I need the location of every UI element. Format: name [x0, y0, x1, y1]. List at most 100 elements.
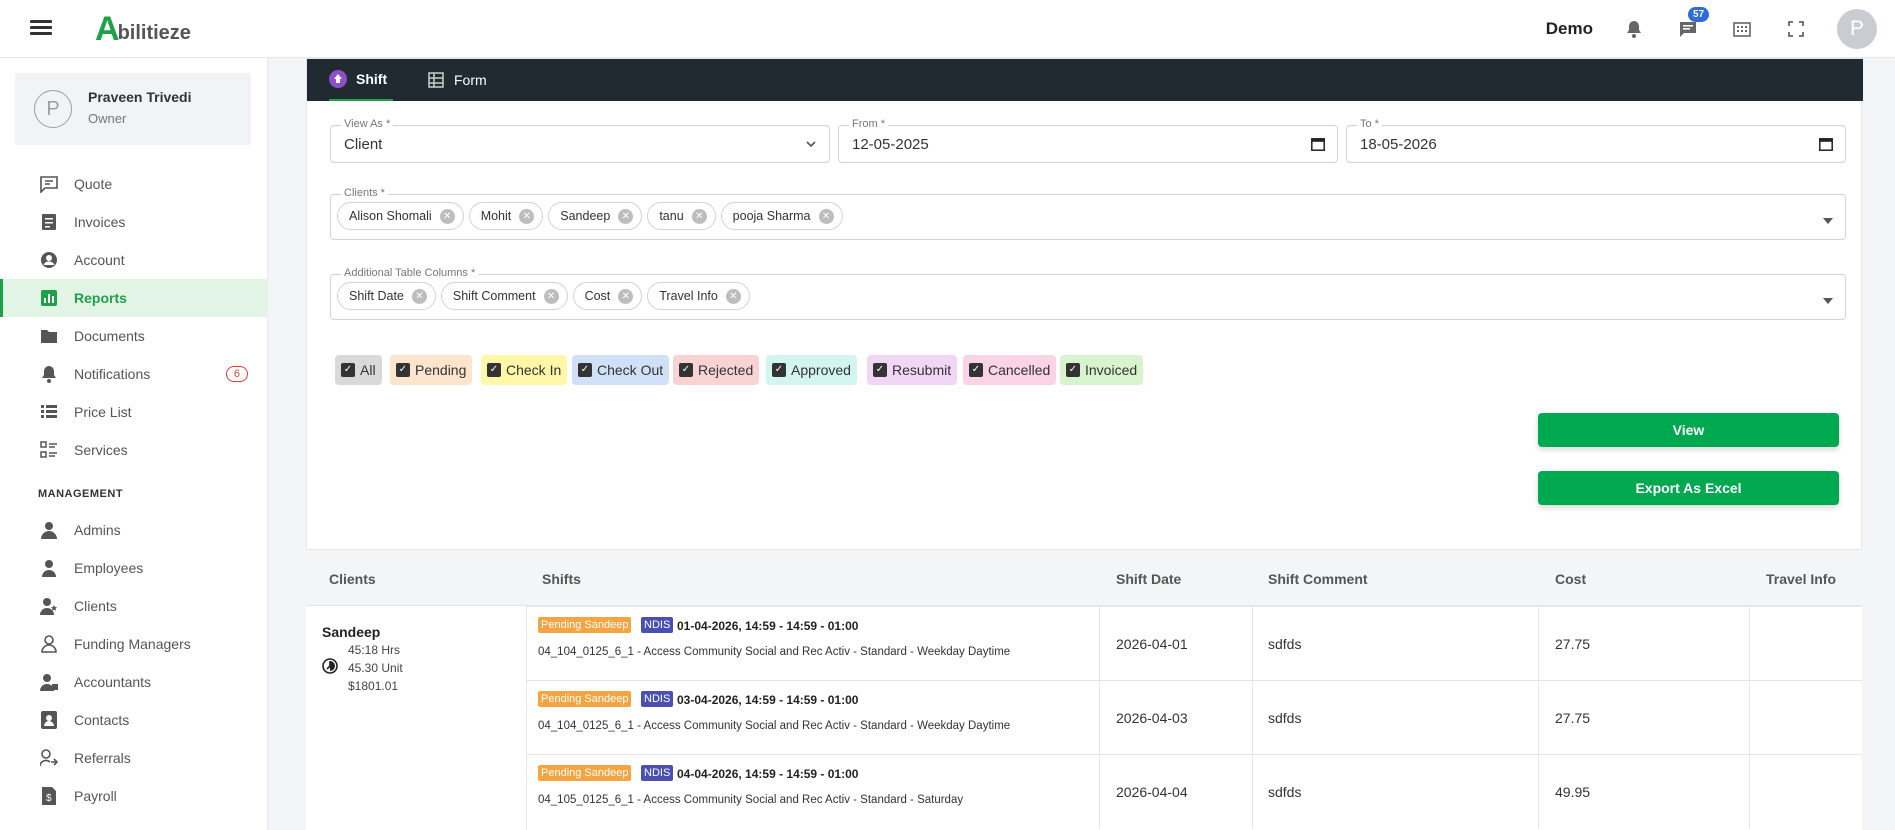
- list-icon: [40, 403, 58, 421]
- sidebar-item-services[interactable]: Services: [0, 431, 268, 469]
- sidebar-item-label: Payroll: [74, 788, 117, 804]
- app-logo[interactable]: Abilitieze: [95, 10, 191, 46]
- chip-remove-icon[interactable]: ✕: [411, 288, 427, 304]
- status-label: Cancelled: [988, 362, 1051, 378]
- chip-remove-icon[interactable]: ✕: [519, 208, 535, 224]
- shift-datetime: 04-04-2026, 14:59 - 14:59 - 01:00: [677, 767, 859, 781]
- client-chip[interactable]: Sandeep ✕: [548, 202, 643, 230]
- view-as-select[interactable]: View As * Client: [330, 118, 830, 163]
- client-chip[interactable]: Mohit ✕: [468, 202, 544, 230]
- column-divider: [1252, 755, 1253, 829]
- status-filter-cancelled[interactable]: ✓ Cancelled: [963, 355, 1057, 385]
- column-divider: [1252, 681, 1253, 755]
- column-chip[interactable]: Shift Comment ✕: [440, 282, 568, 310]
- table-row[interactable]: Pending Sandeep NDIS 01-04-2026, 14:59 - 1…: [526, 606, 1862, 681]
- status-filter-pending[interactable]: ✓ Pending: [390, 355, 473, 385]
- table-row[interactable]: Pending Sandeep NDIS 04-04-2026, 14:59 - 1…: [526, 754, 1862, 829]
- chip-remove-icon[interactable]: ✕: [725, 288, 741, 304]
- checkbox-checked-icon[interactable]: ✓: [679, 363, 693, 377]
- column-header[interactable]: Cost: [1555, 571, 1586, 587]
- sidebar-item-employees[interactable]: Employees: [0, 549, 268, 587]
- quote-icon: [40, 175, 58, 193]
- sidebar-item-reports[interactable]: Reports: [0, 279, 268, 317]
- status-filter-check-in[interactable]: ✓ Check In: [481, 355, 568, 385]
- sidebar-item-referrals[interactable]: Referrals: [0, 739, 268, 777]
- client-chip[interactable]: pooja Sharma ✕: [720, 202, 843, 230]
- column-divider: [1538, 755, 1539, 829]
- client-chip[interactable]: Alison Shomali ✕: [337, 202, 464, 230]
- calendar-icon[interactable]: [1311, 137, 1325, 156]
- chip-remove-icon[interactable]: ✕: [439, 208, 455, 224]
- sidebar-item-contacts[interactable]: Contacts: [0, 701, 268, 739]
- dropdown-arrow-icon[interactable]: [1823, 211, 1833, 229]
- checkbox-checked-icon[interactable]: ✓: [1066, 363, 1080, 377]
- sidebar-item-funding-managers[interactable]: Funding Managers: [0, 625, 268, 663]
- sidebar-item-quote[interactable]: Quote: [0, 165, 268, 203]
- client-chip[interactable]: tanu ✕: [647, 202, 716, 230]
- checkbox-checked-icon[interactable]: ✓: [487, 363, 501, 377]
- column-chip[interactable]: Travel Info ✕: [647, 282, 750, 310]
- notification-count-badge: 6: [225, 366, 248, 382]
- svg-text:$: $: [46, 793, 52, 804]
- clients-multiselect[interactable]: Clients * Alison Shomali ✕ Mohit ✕ Sandeep…: [330, 187, 1846, 240]
- sidebar-item-payroll[interactable]: $ Payroll: [0, 777, 268, 815]
- table-row[interactable]: Pending Sandeep NDIS 03-04-2026, 14:59 - 1…: [526, 680, 1862, 755]
- sidebar-item-invoices[interactable]: Invoices: [0, 203, 268, 241]
- view-button[interactable]: View: [1538, 413, 1839, 447]
- status-filter-resubmit[interactable]: ✓ Resubmit: [867, 355, 958, 385]
- table-columns-multiselect[interactable]: Additional Table Columns * Shift Date ✕ S…: [330, 267, 1846, 320]
- sidebar-item-label: Referrals: [74, 750, 131, 766]
- sidebar-item-documents[interactable]: Documents: [0, 317, 268, 355]
- tab-shift[interactable]: Shift: [329, 59, 394, 101]
- user-card[interactable]: P Praveen Trivedi Owner: [15, 73, 251, 145]
- status-filter-check-out[interactable]: ✓ Check Out: [572, 355, 670, 385]
- checkbox-checked-icon[interactable]: ✓: [396, 363, 410, 377]
- sidebar-item-price-list[interactable]: Price List: [0, 393, 268, 431]
- checkbox-checked-icon[interactable]: ✓: [772, 363, 786, 377]
- bell-icon[interactable]: [1621, 16, 1647, 42]
- checkbox-checked-icon[interactable]: ✓: [969, 363, 983, 377]
- client-units: 45.30 Unit: [348, 661, 403, 675]
- tab-form[interactable]: Form: [427, 59, 487, 101]
- column-header[interactable]: Shift Date: [1116, 571, 1181, 587]
- sidebar-item-label: Reports: [74, 290, 127, 306]
- status-filter-rejected[interactable]: ✓ Rejected: [673, 355, 760, 385]
- company-name[interactable]: Demo: [1546, 19, 1593, 39]
- sidebar-item-accountants[interactable]: Accountants: [0, 663, 268, 701]
- column-header[interactable]: Clients: [329, 571, 376, 587]
- checkbox-checked-icon[interactable]: ✓: [341, 363, 355, 377]
- chip-remove-icon[interactable]: ✕: [618, 208, 634, 224]
- avatar[interactable]: P: [1837, 9, 1877, 49]
- column-header[interactable]: Shifts: [542, 571, 581, 587]
- shift-date-cell: 2026-04-01: [1116, 636, 1188, 652]
- column-header[interactable]: Shift Comment: [1268, 571, 1368, 587]
- column-header[interactable]: Travel Info: [1766, 571, 1836, 587]
- sidebar-item-admins[interactable]: Admins: [0, 511, 268, 549]
- column-chip[interactable]: Cost ✕: [572, 282, 643, 310]
- dropdown-arrow-icon[interactable]: [1823, 291, 1833, 309]
- to-date-input[interactable]: To * 18-05-2026: [1346, 118, 1846, 163]
- checkbox-checked-icon[interactable]: ✓: [578, 363, 592, 377]
- chip-remove-icon[interactable]: ✕: [818, 208, 834, 224]
- sidebar-item-label: Price List: [74, 404, 132, 420]
- sidebar-item-account[interactable]: Account: [0, 241, 268, 279]
- chip-remove-icon[interactable]: ✕: [618, 288, 634, 304]
- chip-remove-icon[interactable]: ✕: [691, 208, 707, 224]
- column-chip[interactable]: Shift Date ✕: [337, 282, 436, 310]
- chat-icon[interactable]: 57: [1675, 7, 1710, 42]
- status-filter-invoiced[interactable]: ✓ Invoiced: [1060, 355, 1144, 385]
- checkbox-checked-icon[interactable]: ✓: [873, 363, 887, 377]
- chip-label: Shift Date: [349, 289, 404, 303]
- sidebar-item-notifications[interactable]: Notifications 6: [0, 355, 268, 393]
- sidebar-item-clients[interactable]: Clients: [0, 587, 268, 625]
- calendar-icon[interactable]: [1819, 137, 1833, 156]
- clients-chip-list: Alison Shomali ✕ Mohit ✕ Sandeep ✕ tanu ✕ po…: [337, 202, 848, 230]
- building-icon[interactable]: [1729, 16, 1755, 42]
- menu-icon[interactable]: [30, 17, 52, 39]
- status-filter-approved[interactable]: ✓ Approved: [766, 355, 857, 385]
- fullscreen-icon[interactable]: [1783, 16, 1809, 42]
- chip-remove-icon[interactable]: ✕: [543, 288, 559, 304]
- from-date-input[interactable]: From * 12-05-2025: [838, 118, 1338, 163]
- status-filter-all[interactable]: ✓ All: [335, 355, 382, 385]
- export-excel-button[interactable]: Export As Excel: [1538, 471, 1839, 505]
